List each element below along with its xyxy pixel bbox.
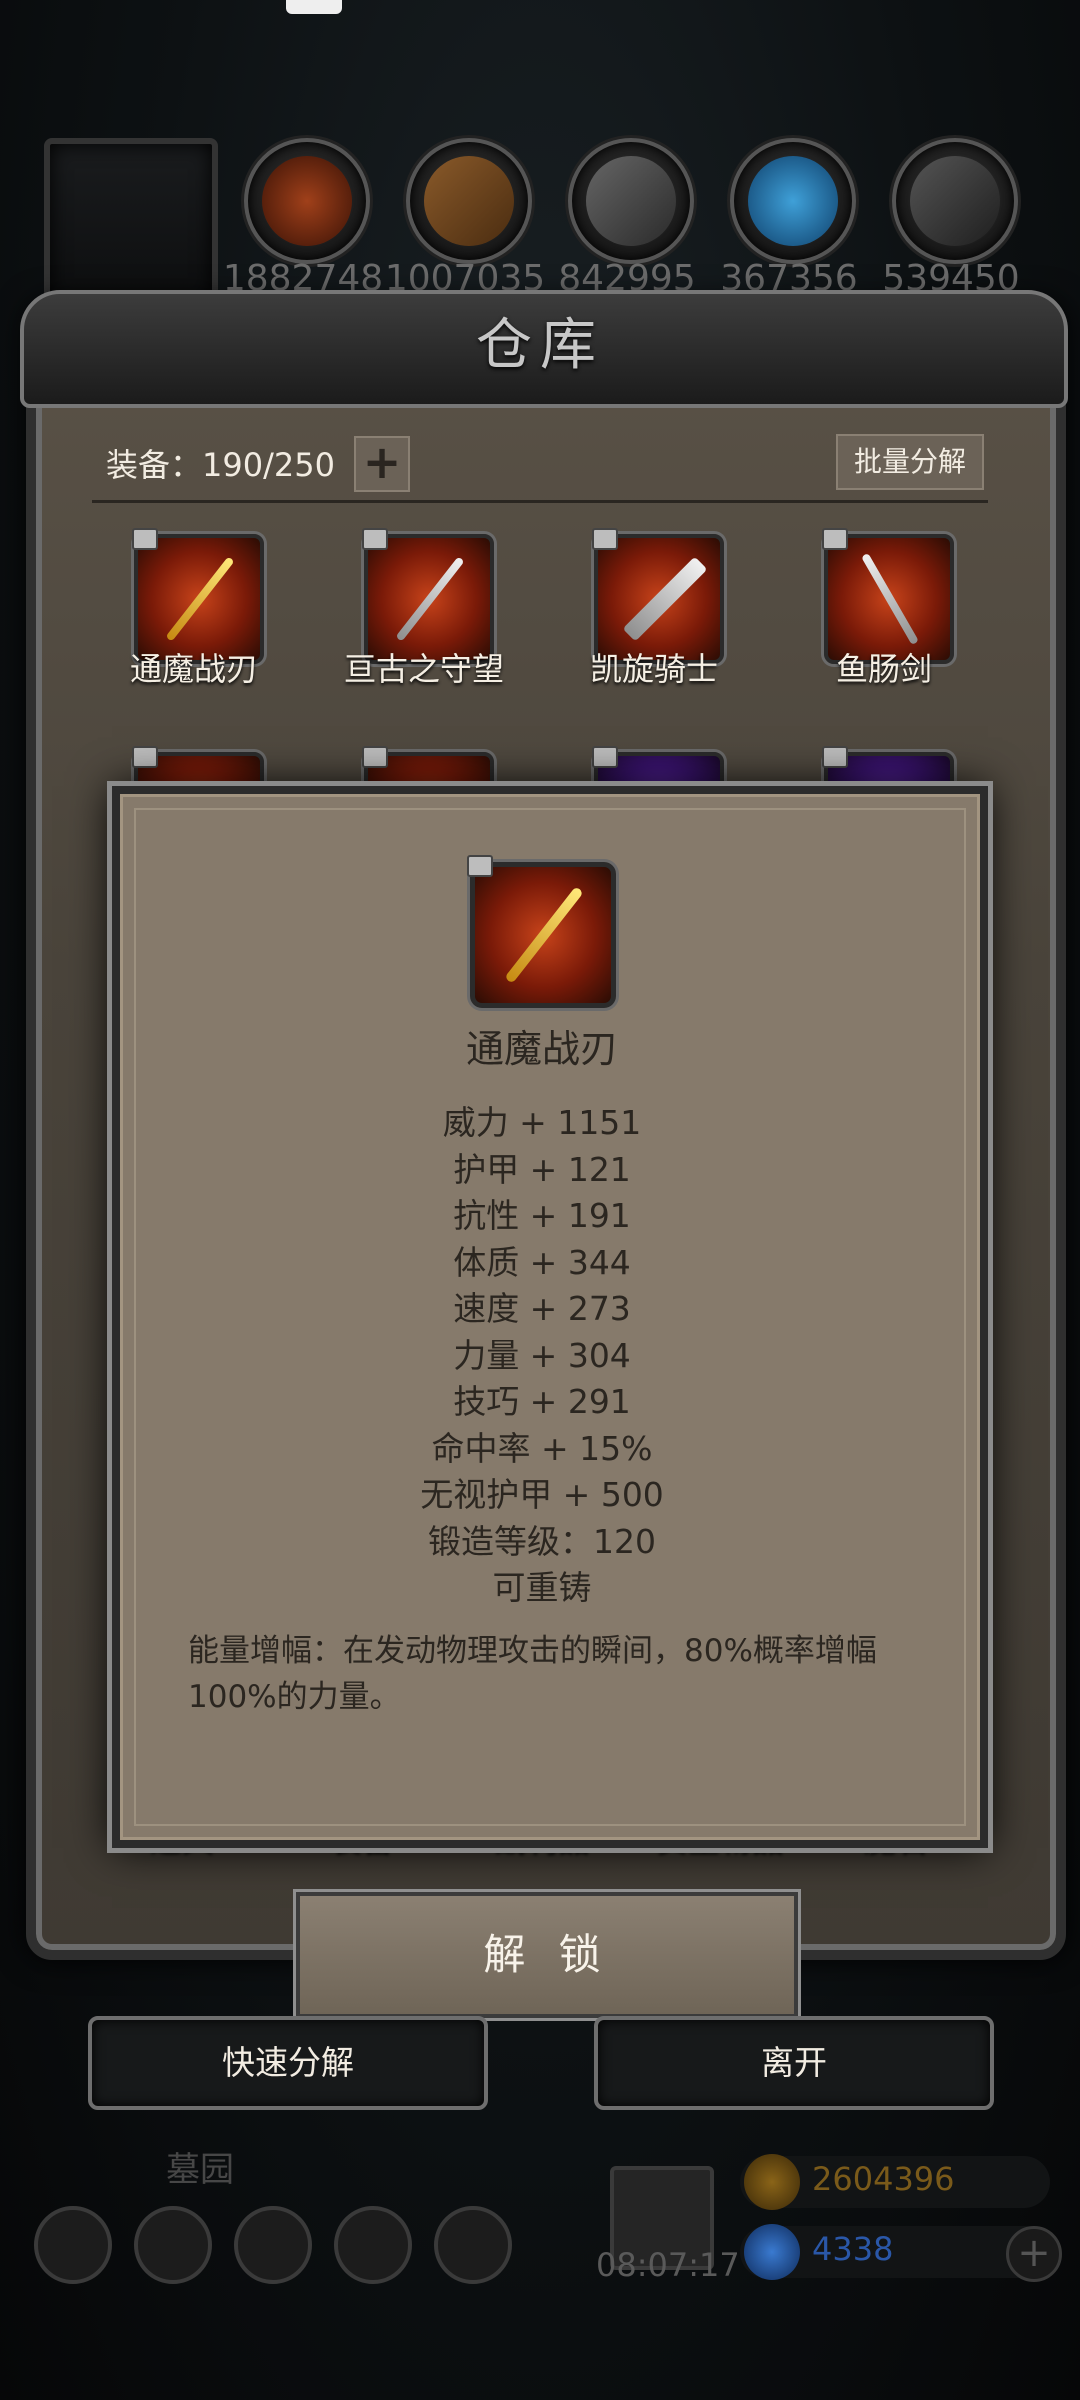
meat-icon — [244, 138, 370, 264]
location-label: 墓园 — [166, 2150, 234, 2190]
lock-icon — [362, 528, 388, 550]
item-detail-icon — [467, 855, 616, 1008]
stat-power: 威力 + 1151 — [442, 1103, 642, 1142]
lock-icon — [132, 528, 158, 550]
unlock-button[interactable]: 解 锁 — [296, 1892, 798, 2018]
character-icon[interactable] — [134, 2206, 212, 2284]
warehouse-title: 仓库 — [476, 313, 604, 378]
item-name: 通魔战刃 — [129, 650, 258, 688]
stat-strength: 力量 + 304 — [453, 1335, 631, 1375]
gift-timer: 08:07:17 — [596, 2246, 740, 2284]
stat-forge-level: 锻造等级：120 — [428, 1521, 656, 1561]
stat-resistance: 抗性 + 191 — [453, 1196, 631, 1235]
gold-amount: 2604396 — [812, 2160, 955, 2198]
stat-hit-rate: 命中率 + 15% — [431, 1428, 653, 1468]
quick-decompose-button[interactable]: 快速分解 — [88, 2016, 488, 2110]
stone-icon — [568, 138, 694, 264]
stat-constitution: 体质 + 344 — [453, 1242, 631, 1282]
stat-skill: 技巧 + 291 — [453, 1382, 631, 1421]
wood-icon — [406, 138, 532, 264]
sword-icon — [395, 556, 465, 642]
lock-icon — [592, 746, 618, 768]
stat-ignore-armor: 无视护甲 + 500 — [420, 1475, 664, 1514]
item-name: 鱼肠剑 — [835, 650, 932, 688]
broadsword-icon — [622, 556, 708, 642]
lock-icon — [822, 746, 848, 768]
gem-amount: 4338 — [812, 2230, 894, 2268]
crystal-icon — [730, 138, 856, 264]
settings-icon[interactable] — [34, 2206, 112, 2284]
item-description: 能量增幅：在发动物理攻击的瞬间，80%概率增幅100%的力量。 — [188, 1633, 877, 1715]
item-name: 亘古之守望 — [343, 650, 504, 688]
status-bar-icon — [286, 0, 342, 14]
leave-button[interactable]: 离开 — [594, 2016, 994, 2110]
batch-decompose-button[interactable]: 批量分解 — [836, 434, 984, 490]
stat-recastable: 可重铸 — [492, 1568, 592, 1607]
lock-icon — [822, 528, 848, 550]
map-icon[interactable] — [234, 2206, 312, 2284]
gem-icon — [744, 2224, 800, 2280]
expand-capacity-button[interactable]: + — [354, 436, 410, 492]
stat-armor: 护甲 + 121 — [453, 1149, 631, 1189]
stat-speed: 速度 + 273 — [453, 1289, 631, 1328]
equipment-capacity: 装备：190/250 — [106, 446, 335, 484]
mail-icon[interactable] — [334, 2206, 412, 2284]
add-gems-button[interactable]: + — [1006, 2226, 1062, 2282]
shop-icon[interactable] — [434, 2206, 512, 2284]
item-detail-name: 通魔战刃 — [465, 1027, 618, 1071]
blade-icon — [165, 556, 235, 642]
item-stats-list: 威力 + 1151 护甲 + 121 抗性 + 191 体质 + 344 速度 … — [112, 1100, 972, 1612]
divider — [92, 500, 988, 503]
sword-icon — [861, 552, 919, 646]
player-avatar[interactable] — [44, 138, 218, 308]
blade-icon — [504, 886, 584, 984]
lock-icon — [592, 528, 618, 550]
lock-icon — [362, 746, 388, 768]
lock-icon — [467, 855, 493, 877]
item-name: 凯旋骑士 — [589, 650, 718, 688]
gold-icon — [744, 2154, 800, 2210]
lock-icon — [132, 746, 158, 768]
iron-icon — [892, 138, 1018, 264]
